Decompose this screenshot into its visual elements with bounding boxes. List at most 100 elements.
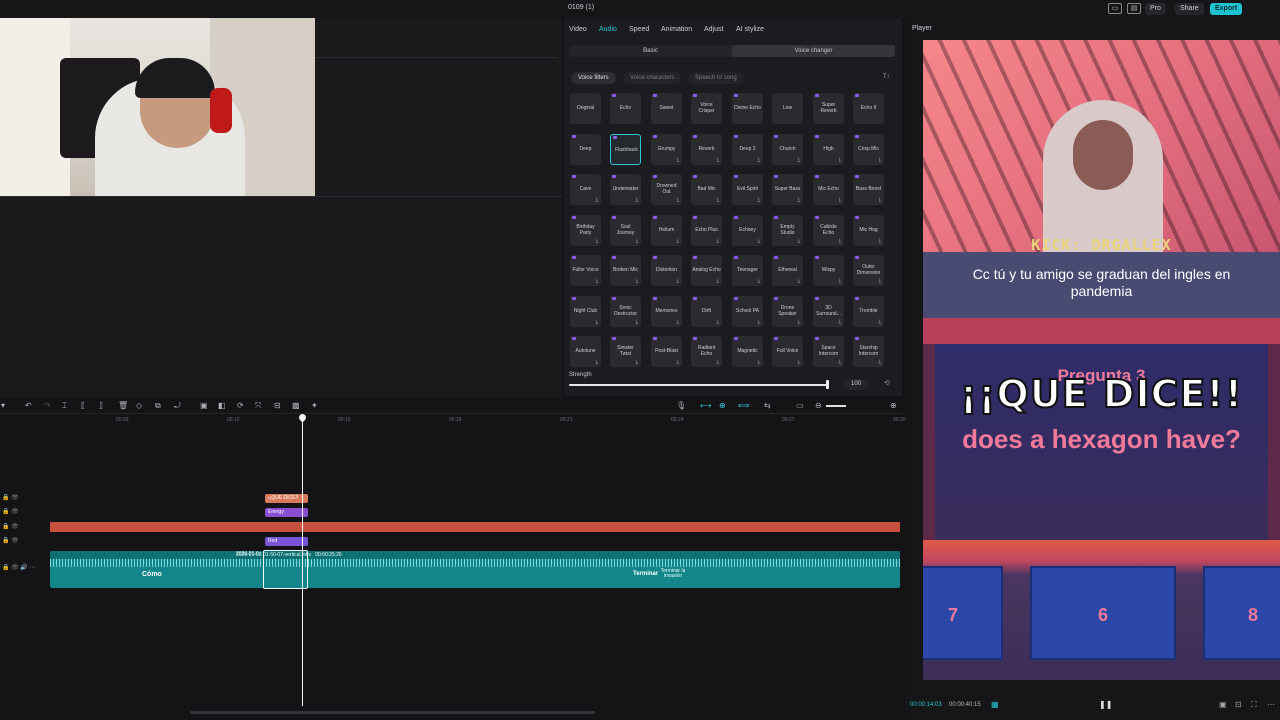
voice-card[interactable]: Evil Spirit ⤓ xyxy=(732,174,763,205)
voice-card[interactable]: High ⤓ xyxy=(813,134,844,165)
zoom-fit-icon[interactable]: ⊕ xyxy=(890,401,897,410)
subtab-voice-changer[interactable]: Voice changer xyxy=(732,45,895,57)
voice-card[interactable]: Starship Intercom ⤓ xyxy=(853,336,884,367)
voice-card[interactable]: Original xyxy=(570,93,601,124)
freeze-icon[interactable]: ▣ xyxy=(200,401,208,410)
voice-card[interactable]: Grumpy ⤓ xyxy=(651,134,682,165)
voice-card[interactable]: Deep 2 ⤓ xyxy=(732,134,763,165)
download-icon[interactable]: ⤓ xyxy=(879,359,881,365)
layout-icon[interactable]: ▭ xyxy=(1108,3,1122,14)
download-icon[interactable]: ⤓ xyxy=(839,157,841,163)
filter-speech-to-song[interactable]: Speech to song xyxy=(688,72,744,84)
tab-ai-stylize[interactable]: AI stylize xyxy=(736,26,764,33)
voice-card[interactable]: Helium ⤓ xyxy=(651,215,682,246)
voice-card[interactable]: Night Club ⤓ xyxy=(570,296,601,327)
voice-card[interactable]: Post-Blast ⤓ xyxy=(651,336,682,367)
voice-card[interactable]: Cubicle Echo ⤓ xyxy=(813,215,844,246)
voice-card[interactable]: Fuller Voice ⤓ xyxy=(570,255,601,286)
voice-card[interactable]: Memories ⤓ xyxy=(651,296,682,327)
download-icon[interactable]: ⤓ xyxy=(879,238,881,244)
crop-icon[interactable]: ⊡ xyxy=(1235,700,1242,709)
filter-voice-filters[interactable]: Voice filters xyxy=(571,72,616,84)
download-icon[interactable]: ⤓ xyxy=(758,359,760,365)
voice-card[interactable]: Autotune ⤓ xyxy=(570,336,601,367)
zoom-slider[interactable] xyxy=(826,405,846,407)
ratio-icon[interactable]: ▣ xyxy=(1219,700,1227,709)
voice-card[interactable]: Flashback xyxy=(610,134,641,165)
download-icon[interactable]: ⤓ xyxy=(839,359,841,365)
transform-icon[interactable]: ⤧ xyxy=(255,401,261,411)
voice-card[interactable]: Church ⤓ xyxy=(772,134,803,165)
magnet-icon[interactable]: ⊕ xyxy=(719,401,726,410)
voice-card[interactable]: Drone Speaker ⤓ xyxy=(772,296,803,327)
magic-icon[interactable]: ✦ xyxy=(311,401,318,410)
download-icon[interactable]: ⤓ xyxy=(758,319,760,325)
overlay-clip[interactable] xyxy=(50,522,900,532)
mirror-icon[interactable]: ◧ xyxy=(218,401,226,410)
download-icon[interactable]: ⤓ xyxy=(677,238,679,244)
voice-card[interactable]: Soul Journey ⤓ xyxy=(610,215,641,246)
pro-button[interactable]: Pro xyxy=(1145,3,1166,15)
voice-card[interactable]: Echo Plus ⤓ xyxy=(691,215,722,246)
download-icon[interactable]: ⤓ xyxy=(677,359,679,365)
download-icon[interactable]: ⤓ xyxy=(596,238,598,244)
voice-card[interactable]: Analog Echo ⤓ xyxy=(691,255,722,286)
download-icon[interactable]: ⤓ xyxy=(717,197,719,203)
undo-icon[interactable]: ↶ xyxy=(25,401,32,410)
download-icon[interactable]: ⤓ xyxy=(717,278,719,284)
redo-icon[interactable]: ↷ xyxy=(44,401,51,410)
download-icon[interactable]: ⤓ xyxy=(596,197,598,203)
track-controls-main[interactable]: 🔒 👁 🔊 ⋯ xyxy=(2,564,36,571)
voice-card[interactable]: Teenager ⤓ xyxy=(732,255,763,286)
voice-card[interactable]: Crisp Mic ⤓ xyxy=(853,134,884,165)
strength-slider[interactable] xyxy=(569,384,829,386)
voice-card[interactable]: Space Intercom ⤓ xyxy=(813,336,844,367)
voice-card[interactable]: Sweet xyxy=(651,93,682,124)
voice-card[interactable]: Super Bass ⤓ xyxy=(772,174,803,205)
download-icon[interactable]: ⤓ xyxy=(798,278,800,284)
image-icon[interactable]: ▩ xyxy=(292,401,300,410)
voice-card[interactable]: Sinister Twist ⤓ xyxy=(610,336,641,367)
download-icon[interactable]: ⤓ xyxy=(677,278,679,284)
pause-icon[interactable]: ❚❚ xyxy=(1099,700,1112,709)
voice-card[interactable]: Tremble ⤓ xyxy=(853,296,884,327)
microphone-icon[interactable]: 🎙 xyxy=(676,401,686,410)
download-icon[interactable]: ⤓ xyxy=(636,238,638,244)
track-controls-title[interactable]: 🔒 👁 xyxy=(2,494,19,501)
voice-card[interactable]: Radiant Echo ⤓ xyxy=(691,336,722,367)
download-icon[interactable]: ⤓ xyxy=(717,319,719,325)
strength-value-field[interactable]: 100 xyxy=(844,379,868,390)
voice-card[interactable]: Reverb ⤓ xyxy=(691,134,722,165)
download-icon[interactable]: ⤓ xyxy=(596,359,598,365)
voice-card[interactable]: Broken Mic ⤓ xyxy=(610,255,641,286)
split-icon[interactable]: ⌶ xyxy=(62,401,67,411)
voice-card[interactable]: Echo xyxy=(610,93,641,124)
voice-card[interactable]: Full Voice ⤓ xyxy=(772,336,803,367)
timeline-ruler[interactable]: 00:09 00:12 00:15 00:18 00:21 00:24 00:27 00:30 xyxy=(50,415,906,425)
voice-card[interactable]: Bad Mic ⤓ xyxy=(691,174,722,205)
caption-icon[interactable]: ▭ xyxy=(796,401,804,410)
voice-card[interactable]: Empty Studio ⤓ xyxy=(772,215,803,246)
download-icon[interactable]: ⤓ xyxy=(879,197,881,203)
reset-icon[interactable]: ⟲ xyxy=(884,379,890,387)
voice-card[interactable]: Low xyxy=(772,93,803,124)
video-preview[interactable]: KICK: DRGALLEX Cc tú y tu amigo se gradu… xyxy=(923,40,1280,680)
voice-card[interactable]: 3D Surround... ⤓ xyxy=(813,296,844,327)
download-icon[interactable]: ⤓ xyxy=(636,278,638,284)
voice-card[interactable]: Deep xyxy=(570,134,601,165)
filter-voice-characters[interactable]: Voice characters xyxy=(623,72,682,84)
download-icon[interactable]: ⤓ xyxy=(879,319,881,325)
zoom-out-icon[interactable]: ⊖ xyxy=(815,401,822,410)
tab-speed[interactable]: Speed xyxy=(629,26,649,33)
voice-card[interactable]: Sonic Destructor ⤓ xyxy=(610,296,641,327)
download-icon[interactable]: ⤓ xyxy=(839,238,841,244)
playhead[interactable] xyxy=(302,414,303,706)
voice-card[interactable]: Drowned Out ⤓ xyxy=(651,174,682,205)
tab-adjust[interactable]: Adjust xyxy=(704,26,723,33)
more-icon[interactable]: ⋯ xyxy=(1267,700,1275,709)
download-icon[interactable]: ⤓ xyxy=(839,278,841,284)
voice-card[interactable]: Mic Echo ⤓ xyxy=(813,174,844,205)
main-video-clip[interactable]: 2026-01-08 01-50-07-vertical.mkv 00:00:2… xyxy=(50,551,900,588)
download-icon[interactable]: ⤓ xyxy=(758,197,760,203)
text-settings-icon[interactable]: T↕ xyxy=(883,74,893,83)
